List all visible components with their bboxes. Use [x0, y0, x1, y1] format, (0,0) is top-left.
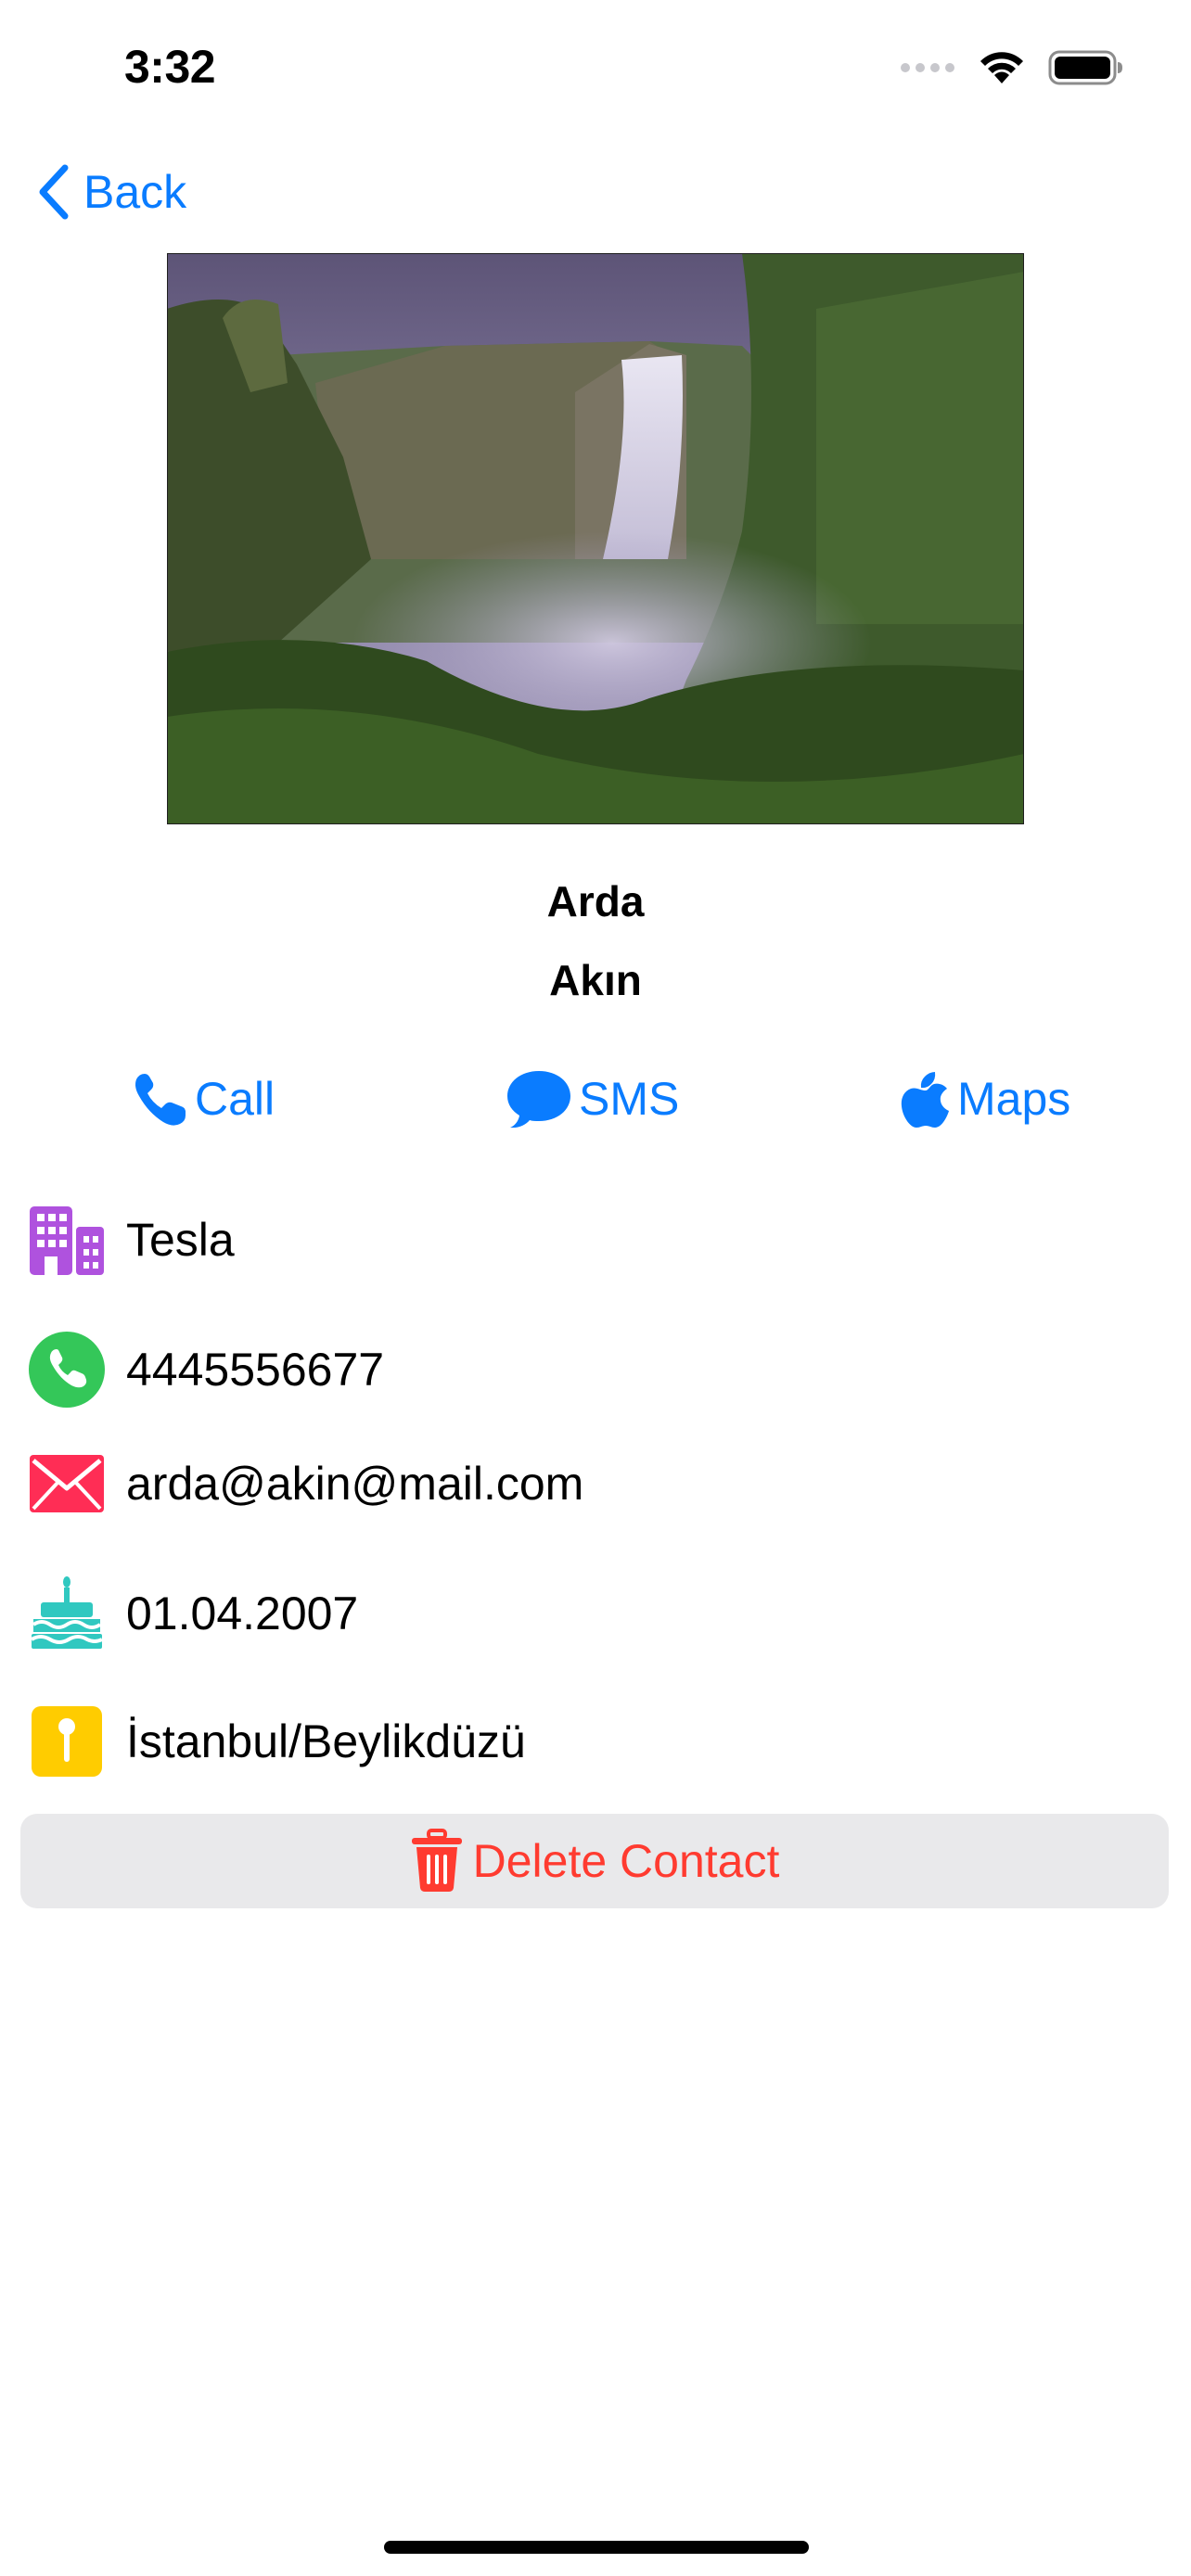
birthday-value: 01.04.2007 [126, 1588, 359, 1639]
company-value: Tesla [126, 1214, 235, 1266]
map-pin-icon [28, 1702, 106, 1780]
phone-circle-icon [28, 1331, 106, 1409]
message-bubble-icon [507, 1071, 570, 1129]
back-button[interactable]: Back [35, 159, 186, 224]
phone-row: 4445556677 [28, 1331, 384, 1409]
home-indicator[interactable] [384, 2541, 809, 2554]
envelope-icon [28, 1445, 106, 1523]
contact-first-name: Arda [546, 877, 645, 925]
email-row: arda@akin@mail.com [28, 1445, 583, 1523]
contact-last-name: Akın [549, 956, 642, 1004]
contact-photo [167, 253, 1024, 824]
birthday-row: 01.04.2007 [28, 1575, 358, 1652]
email-value: arda@akin@mail.com [126, 1458, 584, 1510]
call-label: Call [195, 1073, 275, 1125]
cellular-signal-icon [901, 63, 954, 72]
status-time: 3:32 [124, 41, 216, 93]
maps-button[interactable]: Maps [900, 1065, 1070, 1133]
maps-label: Maps [957, 1073, 1071, 1125]
phone-icon [135, 1074, 186, 1126]
phone-value: 4445556677 [126, 1344, 385, 1396]
building-icon [28, 1201, 106, 1279]
back-label: Back [83, 166, 187, 218]
birthday-cake-icon [28, 1575, 106, 1652]
address-row: İstanbul/Beylikdüzü [28, 1702, 526, 1780]
sms-button[interactable]: SMS [505, 1065, 679, 1133]
status-icons [900, 46, 1124, 89]
address-value: İstanbul/Beylikdüzü [126, 1715, 526, 1767]
sms-label: SMS [579, 1073, 680, 1125]
trash-icon [411, 1829, 462, 1892]
battery-icon [1048, 50, 1122, 85]
call-button[interactable]: Call [132, 1065, 275, 1133]
wifi-icon [980, 52, 1023, 83]
apple-logo-icon [901, 1072, 949, 1128]
chevron-left-icon [39, 164, 69, 220]
delete-label: Delete Contact [472, 1835, 780, 1887]
delete-contact-button[interactable]: Delete Contact [20, 1814, 1169, 1908]
company-row: Tesla [28, 1201, 235, 1279]
